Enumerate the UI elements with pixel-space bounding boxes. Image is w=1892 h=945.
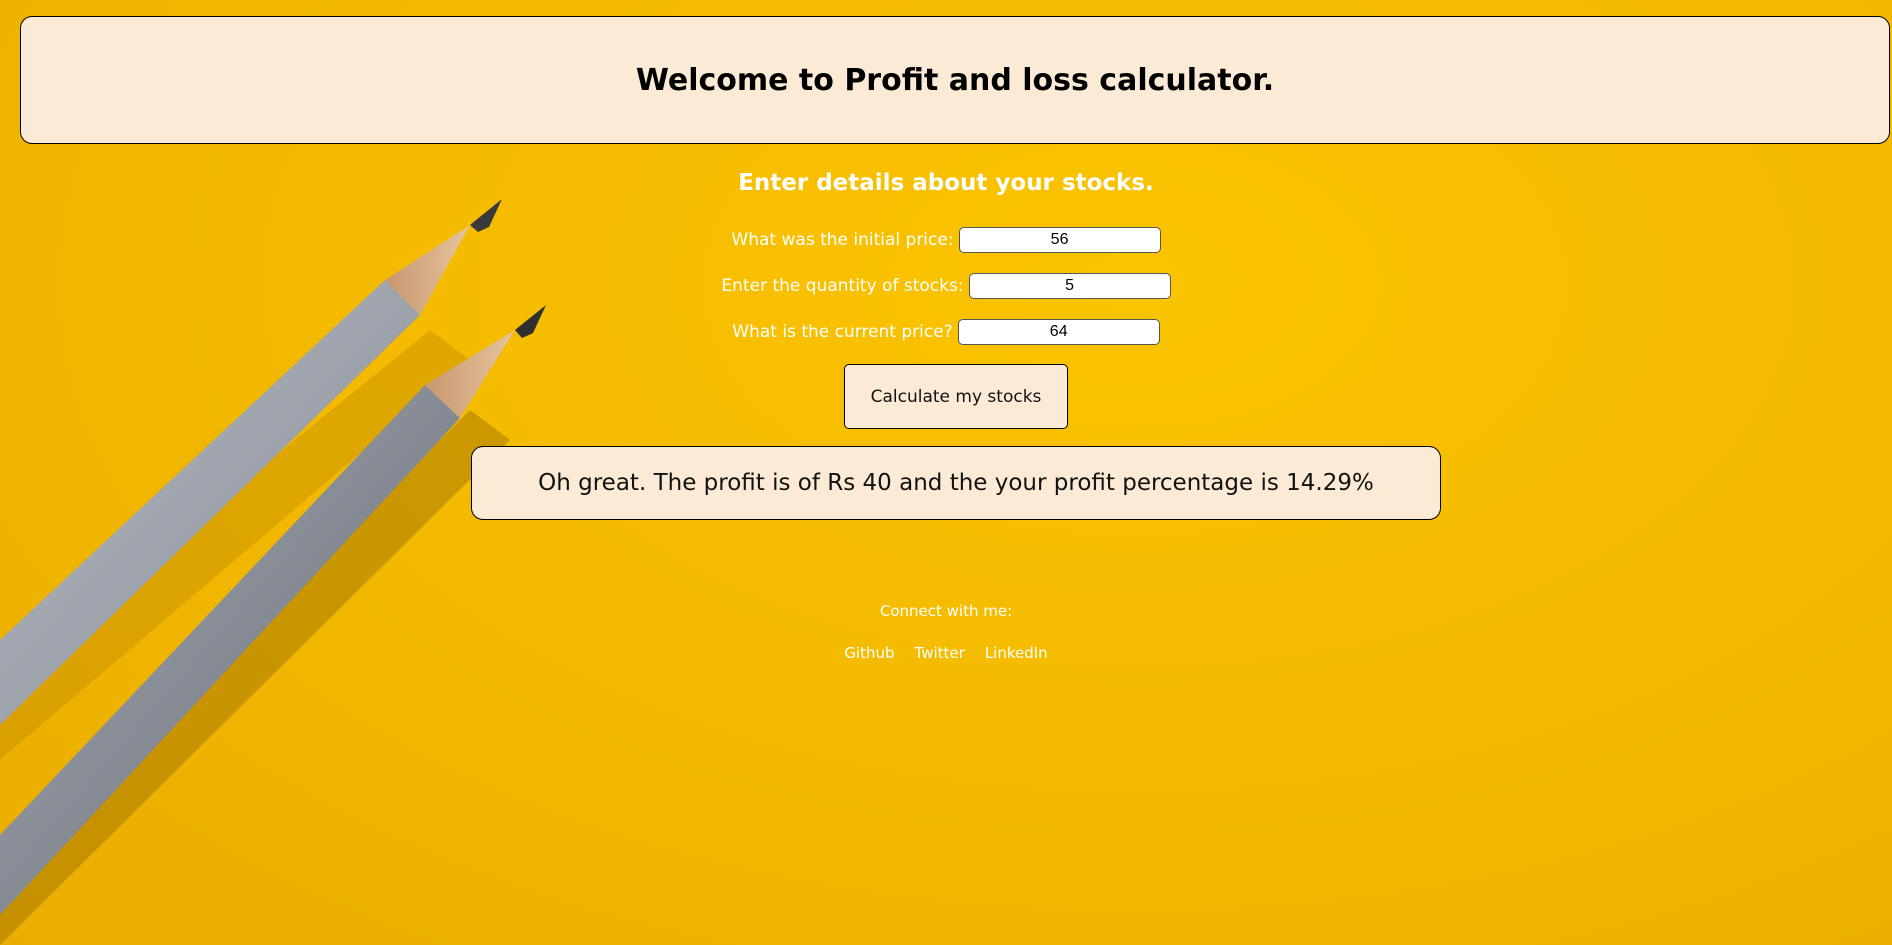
quantity-input[interactable] xyxy=(968,273,1171,299)
header-banner: Welcome to Profit and loss calculator. xyxy=(20,16,1890,144)
initial-price-row: What was the initial price: xyxy=(0,227,1892,253)
twitter-link[interactable]: Twitter xyxy=(915,644,965,662)
result-output: Oh great. The profit is of Rs 40 and the… xyxy=(471,446,1441,520)
initial-price-label: What was the initial price: xyxy=(731,230,954,250)
calculate-button[interactable]: Calculate my stocks xyxy=(844,364,1068,429)
initial-price-input[interactable] xyxy=(958,227,1161,253)
current-price-input[interactable] xyxy=(957,319,1160,345)
linkedin-link[interactable]: LinkedIn xyxy=(985,644,1048,662)
social-links: Github Twitter LinkedIn xyxy=(0,644,1892,662)
form-subtitle: Enter details about your stocks. xyxy=(738,170,1154,196)
quantity-label: Enter the quantity of stocks: xyxy=(721,276,964,296)
current-price-row: What is the current price? xyxy=(0,319,1892,345)
page-title: Welcome to Profit and loss calculator. xyxy=(635,62,1275,98)
connect-heading: Connect with me: xyxy=(879,602,1013,620)
quantity-row: Enter the quantity of stocks: xyxy=(0,273,1892,299)
current-price-label: What is the current price? xyxy=(732,322,953,342)
github-link[interactable]: Github xyxy=(844,644,894,662)
